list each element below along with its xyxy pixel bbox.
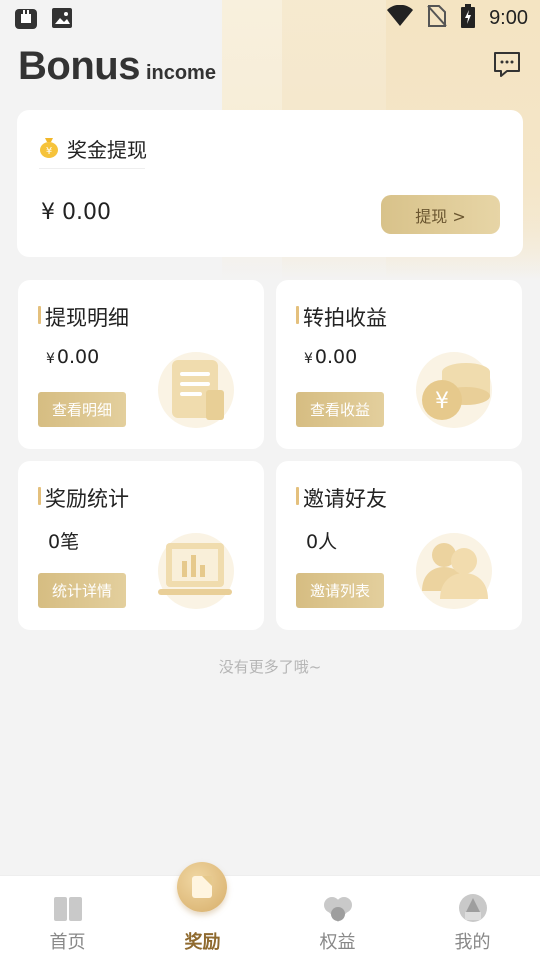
- card-value-number: 0人: [306, 531, 338, 553]
- nav-item-benefits[interactable]: 权益: [270, 876, 405, 961]
- image-icon: [50, 6, 74, 30]
- battery-icon: [461, 4, 476, 32]
- svg-text:¥: ¥: [435, 389, 449, 414]
- svg-text:¥: ¥: [46, 146, 52, 157]
- hearts-icon: [322, 892, 354, 924]
- card-value-number: 0.00: [56, 346, 100, 368]
- page-title-sub: income: [145, 62, 216, 84]
- card-resale-income: 转拍收益 ¥0.00 查看收益 ¥: [276, 280, 522, 449]
- withdraw-button[interactable]: 提现 >: [381, 195, 500, 234]
- page-title-main: Bonus: [18, 44, 140, 88]
- app-notification-icon: [14, 6, 38, 30]
- wifi-icon: [387, 4, 414, 31]
- invite-list-button[interactable]: 邀请列表: [296, 573, 384, 608]
- rewards-icon: [192, 876, 212, 898]
- card-withdraw-details: 提现明细 ¥0.00 查看明细: [18, 280, 264, 449]
- card-reward-stats: 奖励统计 0笔 统计详情: [18, 461, 264, 630]
- withdraw-amount: ¥ 0.00: [41, 200, 111, 225]
- card-value-number: 0笔: [48, 531, 80, 553]
- currency-symbol: ¥: [304, 351, 313, 367]
- view-income-button[interactable]: 查看收益: [296, 392, 384, 427]
- nav-item-mine[interactable]: 我的: [405, 876, 540, 961]
- withdraw-card-title: 奖金提现: [67, 138, 147, 162]
- card-value-number: 0.00: [314, 346, 358, 368]
- card-title: 邀请好友: [296, 483, 387, 513]
- rewards-bubble[interactable]: [177, 862, 227, 912]
- view-details-button[interactable]: 查看明细: [38, 392, 126, 427]
- users-icon: [408, 531, 500, 615]
- card-title: 转拍收益: [296, 302, 387, 332]
- withdraw-card-header: ¥ 奖金提现: [39, 134, 147, 163]
- card-value: ¥0.00: [46, 346, 99, 368]
- card-title: 奖励统计: [38, 483, 129, 513]
- nav-item-home[interactable]: 首页: [0, 876, 135, 961]
- bottom-nav: 首页 奖励 权益 我的: [0, 875, 540, 961]
- currency-symbol: ¥: [46, 351, 55, 367]
- status-bar: 9:00: [0, 0, 540, 36]
- card-value: 0笔: [46, 527, 79, 554]
- divider: [39, 168, 145, 169]
- nav-label: 首页: [49, 932, 86, 953]
- card-invite-friends: 邀请好友 0人 邀请列表: [276, 461, 522, 630]
- card-value: 0人: [304, 527, 337, 554]
- card-title: 提现明细: [38, 302, 129, 332]
- document-icon: [150, 350, 242, 434]
- page-title: Bonus income: [18, 44, 216, 89]
- chat-icon: [494, 52, 520, 77]
- card-value: ¥0.00: [304, 346, 357, 368]
- laptop-chart-icon: [150, 531, 242, 615]
- nav-label: 权益: [319, 932, 356, 953]
- status-time: 9:00: [489, 6, 528, 29]
- message-button[interactable]: [492, 50, 522, 80]
- nav-label: 我的: [454, 932, 491, 953]
- money-bag-icon: ¥: [39, 136, 59, 162]
- nav-label: 奖励: [184, 932, 221, 953]
- profile-icon: [457, 892, 489, 924]
- stats-details-button[interactable]: 统计详情: [38, 573, 126, 608]
- withdraw-card: ¥ 奖金提现 ¥ 0.00 提现 >: [17, 110, 523, 257]
- book-icon: [52, 892, 84, 924]
- coins-icon: ¥: [408, 350, 500, 434]
- no-more-text: 没有更多了哦~: [218, 658, 322, 676]
- no-sim-icon: [427, 4, 447, 32]
